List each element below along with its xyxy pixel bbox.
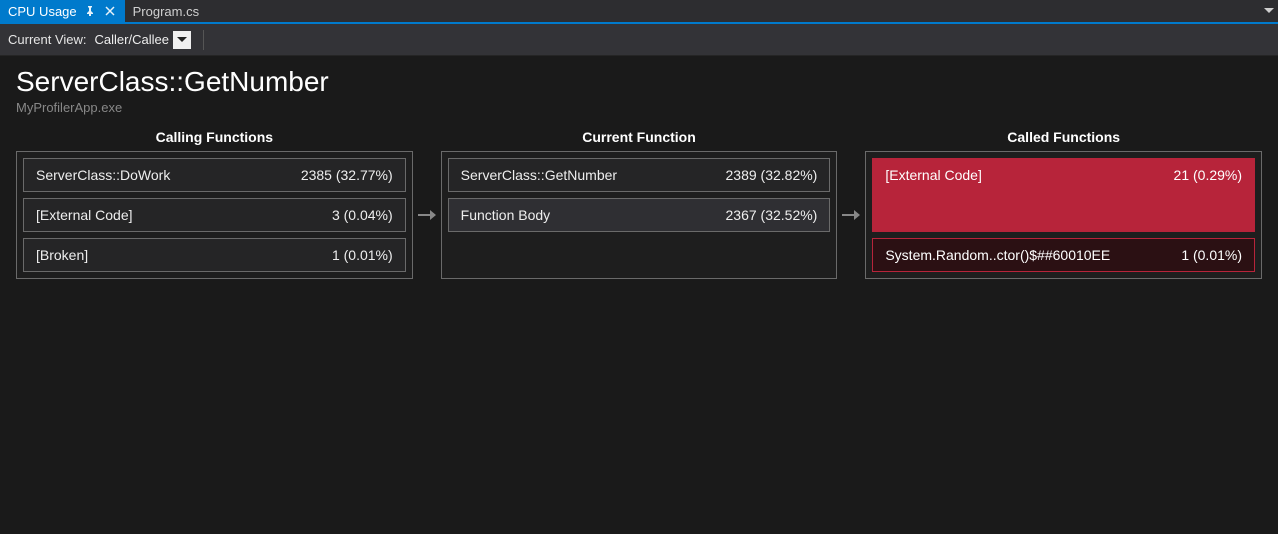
calling-panel: ServerClass::DoWork 2385 (32.77%) [Exter… — [16, 151, 413, 279]
current-view-label: Current View: — [8, 32, 87, 47]
tab-bar: CPU Usage Program.cs — [0, 0, 1278, 24]
calling-item[interactable]: [Broken] 1 (0.01%) — [23, 238, 406, 272]
called-panel: [External Code] 21 (0.29%) System.Random… — [865, 151, 1262, 279]
close-icon[interactable] — [103, 4, 117, 18]
function-value: 1 (0.01%) — [1181, 247, 1242, 263]
function-value: 3 (0.04%) — [332, 207, 393, 223]
tabs-overflow-icon[interactable] — [1260, 0, 1278, 22]
function-name: [External Code] — [885, 167, 982, 183]
called-header: Called Functions — [865, 129, 1262, 145]
arrow-right-icon — [842, 208, 860, 225]
function-name: System.Random..ctor()$##60010EE — [885, 247, 1110, 263]
toolbar-separator — [203, 30, 204, 50]
tab-spacer — [207, 0, 1260, 22]
calling-header: Calling Functions — [16, 129, 413, 145]
page-subtitle: MyProfilerApp.exe — [16, 100, 1262, 115]
function-name: Function Body — [461, 207, 551, 223]
current-view-select[interactable]: Caller/Callee — [93, 29, 191, 51]
function-name: [External Code] — [36, 207, 133, 223]
chevron-down-icon[interactable] — [173, 31, 191, 49]
pin-icon[interactable] — [83, 4, 97, 18]
tab-label: CPU Usage — [8, 4, 77, 19]
called-item[interactable]: [External Code] 21 (0.29%) — [872, 158, 1255, 232]
function-value: 2389 (32.82%) — [726, 167, 818, 183]
toolbar: Current View: Caller/Callee — [0, 24, 1278, 56]
tab-cpu-usage[interactable]: CPU Usage — [0, 0, 125, 22]
columns: Calling Functions ServerClass::DoWork 23… — [16, 129, 1262, 279]
current-header: Current Function — [441, 129, 838, 145]
arrow-col — [837, 129, 865, 279]
current-column: Current Function ServerClass::GetNumber … — [441, 129, 838, 279]
function-value: 2385 (32.77%) — [301, 167, 393, 183]
arrow-right-icon — [418, 208, 436, 225]
calling-column: Calling Functions ServerClass::DoWork 23… — [16, 129, 413, 279]
called-column: Called Functions [External Code] 21 (0.2… — [865, 129, 1262, 279]
current-panel: ServerClass::GetNumber 2389 (32.82%) Fun… — [441, 151, 838, 279]
function-name: ServerClass::GetNumber — [461, 167, 617, 183]
calling-item[interactable]: ServerClass::DoWork 2385 (32.77%) — [23, 158, 406, 192]
called-item[interactable]: System.Random..ctor()$##60010EE 1 (0.01%… — [872, 238, 1255, 272]
current-item[interactable]: Function Body 2367 (32.52%) — [448, 198, 831, 232]
function-value: 21 (0.29%) — [1174, 167, 1242, 183]
calling-item[interactable]: [External Code] 3 (0.04%) — [23, 198, 406, 232]
function-name: ServerClass::DoWork — [36, 167, 170, 183]
arrow-col — [413, 129, 441, 279]
tab-label: Program.cs — [133, 4, 199, 19]
tab-program-cs[interactable]: Program.cs — [125, 0, 207, 22]
current-view-value: Caller/Callee — [93, 32, 173, 47]
function-value: 1 (0.01%) — [332, 247, 393, 263]
current-item[interactable]: ServerClass::GetNumber 2389 (32.82%) — [448, 158, 831, 192]
function-name: [Broken] — [36, 247, 88, 263]
page-title: ServerClass::GetNumber — [16, 66, 1262, 98]
content: ServerClass::GetNumber MyProfilerApp.exe… — [0, 56, 1278, 295]
function-value: 2367 (32.52%) — [726, 207, 818, 223]
